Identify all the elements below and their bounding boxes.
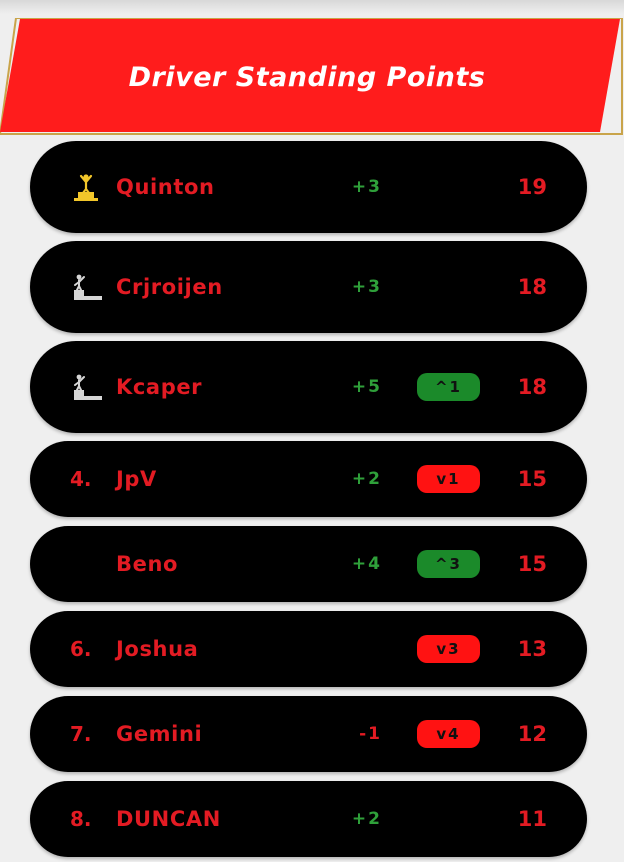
standing-row[interactable]: Kcaper +5 ^1 18 xyxy=(30,341,587,433)
driver-name: DUNCAN xyxy=(116,807,221,831)
total-points: 12 xyxy=(517,722,547,746)
standing-row[interactable]: Crjroijen +3 18 xyxy=(30,241,587,333)
total-points: 18 xyxy=(517,275,547,299)
driver-name: Crjroijen xyxy=(116,275,223,299)
total-points: 19 xyxy=(517,175,547,199)
points-gained: +5 xyxy=(351,377,382,397)
total-points: 11 xyxy=(517,807,547,831)
position-change-badge: v3 xyxy=(417,635,480,663)
total-points: 18 xyxy=(517,375,547,399)
driver-name: Beno xyxy=(116,552,179,576)
driver-name: Quinton xyxy=(116,175,215,199)
podium-silver-icon xyxy=(74,274,102,300)
points-gained: +3 xyxy=(351,277,382,297)
position-change-badge: v4 xyxy=(417,720,480,748)
driver-name: Gemini xyxy=(116,722,203,746)
driver-name: JpV xyxy=(116,467,157,491)
podium-silver-icon xyxy=(74,374,102,400)
points-gained: -1 xyxy=(359,724,382,744)
points-gained: +2 xyxy=(351,469,382,489)
podium-gold-icon xyxy=(74,174,98,201)
standing-row[interactable]: 6. Joshua v3 13 xyxy=(30,611,587,687)
points-gained: +2 xyxy=(351,809,382,829)
standing-row[interactable]: 7. Gemini -1 v4 12 xyxy=(30,696,587,772)
total-points: 13 xyxy=(517,637,547,661)
standing-row[interactable]: 4. JpV +2 v1 15 xyxy=(30,441,587,517)
position-change-badge: ^1 xyxy=(417,373,480,401)
driver-name: Kcaper xyxy=(116,375,203,399)
points-gained: +4 xyxy=(351,554,382,574)
position-change-badge: v1 xyxy=(417,465,480,493)
position-change-badge: ^3 xyxy=(417,550,480,578)
standings-list: Quinton +3 19 Crjroijen +3 18 Kcaper +5 … xyxy=(0,0,624,862)
driver-name: Joshua xyxy=(116,637,199,661)
standing-row[interactable]: Quinton +3 19 xyxy=(30,141,587,233)
points-gained: +3 xyxy=(351,177,382,197)
total-points: 15 xyxy=(517,467,547,491)
total-points: 15 xyxy=(517,552,547,576)
standing-row[interactable]: Beno +4 ^3 15 xyxy=(30,526,587,602)
standing-row[interactable]: 8. DUNCAN +2 11 xyxy=(30,781,587,857)
